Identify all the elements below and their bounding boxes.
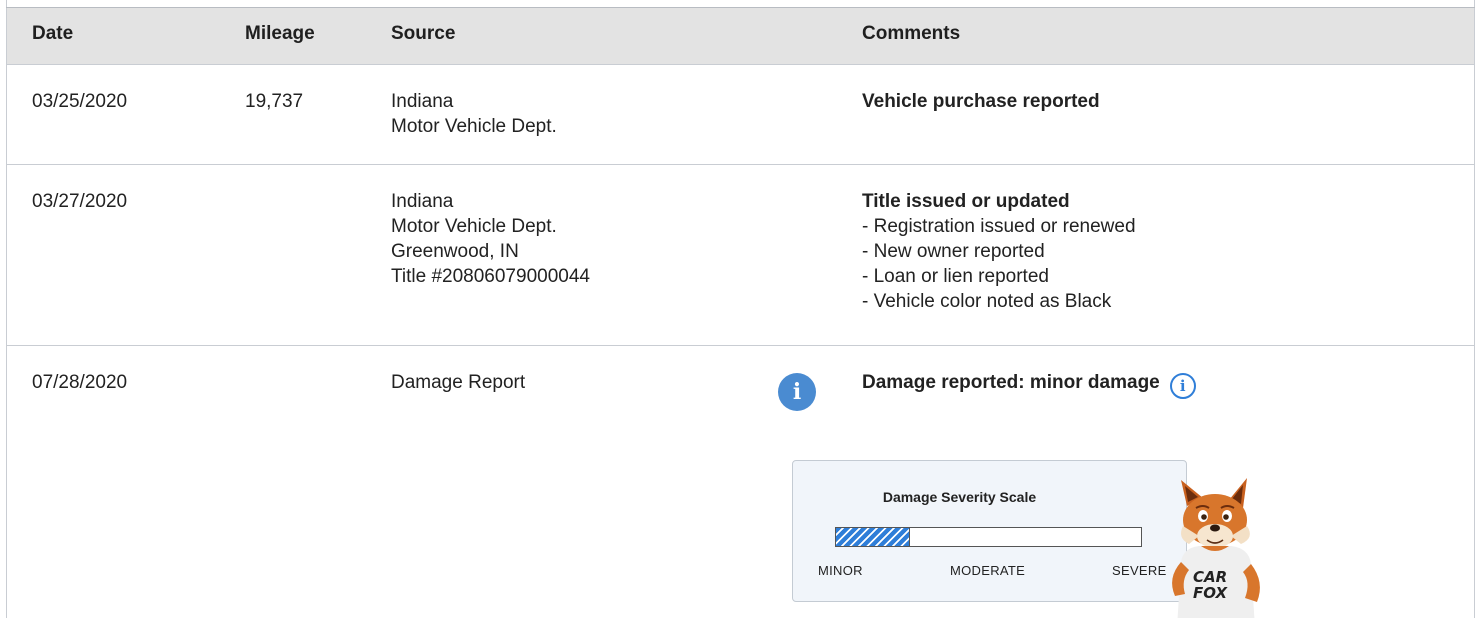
comment-title: Vehicle purchase reported xyxy=(862,91,1100,112)
damage-severity-scale: Damage Severity Scale MINOR MODERATE SEV… xyxy=(792,460,1187,602)
table-header: Date Mileage Source Comments xyxy=(7,8,1474,65)
severity-label-moderate: MODERATE xyxy=(950,563,1026,578)
row-date: 03/27/2020 xyxy=(32,191,128,212)
header-source: Source xyxy=(391,23,456,44)
comment-line: - Vehicle color noted as Black xyxy=(862,291,1112,312)
vehicle-history-table: Date Mileage Source Comments 03/25/2020 … xyxy=(0,0,1479,618)
source-line: Indiana xyxy=(391,91,454,112)
row-date: 07/28/2020 xyxy=(32,372,128,393)
header-comments: Comments xyxy=(862,23,961,44)
table-row: 03/25/2020 19,737 Indiana Motor Vehicle … xyxy=(7,65,1474,165)
svg-text:FOX: FOX xyxy=(1193,584,1228,602)
row-source: Damage Report xyxy=(391,370,525,395)
comment-line: - Loan or lien reported xyxy=(862,266,1049,287)
severity-bar xyxy=(835,527,1142,547)
row-comments: Vehicle purchase reported xyxy=(862,89,1100,114)
source-line: Motor Vehicle Dept. xyxy=(391,116,557,137)
source-line: Indiana xyxy=(391,191,454,212)
header-mileage: Mileage xyxy=(245,23,315,44)
row-source: Indiana Motor Vehicle Dept. Greenwood, I… xyxy=(391,189,590,289)
row-mileage: 19,737 xyxy=(245,91,304,112)
row-date: 03/25/2020 xyxy=(32,91,128,112)
carfox-mascot-icon: CAR FOX xyxy=(1172,478,1260,618)
table-border-right xyxy=(1474,0,1475,618)
row-source: Indiana Motor Vehicle Dept. xyxy=(391,89,557,139)
severity-bar-fill xyxy=(836,528,911,546)
table-row: 03/27/2020 Indiana Motor Vehicle Dept. G… xyxy=(7,165,1474,346)
scale-title: Damage Severity Scale xyxy=(882,489,1037,505)
source-line: Motor Vehicle Dept. xyxy=(391,216,557,237)
source-line: Greenwood, IN xyxy=(391,241,519,262)
comment-line: - Registration issued or renewed xyxy=(862,216,1136,237)
row-comments: Damage reported: minor damage i xyxy=(862,370,1196,399)
severity-label-minor: MINOR xyxy=(818,563,863,578)
source-line: Title #20806079000044 xyxy=(391,266,590,287)
info-outline-icon[interactable]: i xyxy=(1169,373,1196,399)
source-line: Damage Report xyxy=(391,372,526,393)
info-icon[interactable]: i xyxy=(778,373,816,411)
comment-title: Damage reported: minor damage i xyxy=(862,370,1196,399)
header-date: Date xyxy=(32,23,74,44)
comment-title-text: Damage reported: minor damage xyxy=(862,372,1160,393)
comment-title: Title issued or updated xyxy=(862,191,1070,212)
row-comments: Title issued or updated - Registration i… xyxy=(862,189,1136,314)
comment-line: - New owner reported xyxy=(862,241,1045,262)
table-row: 07/28/2020 Damage Report i Damage report… xyxy=(7,346,1474,618)
